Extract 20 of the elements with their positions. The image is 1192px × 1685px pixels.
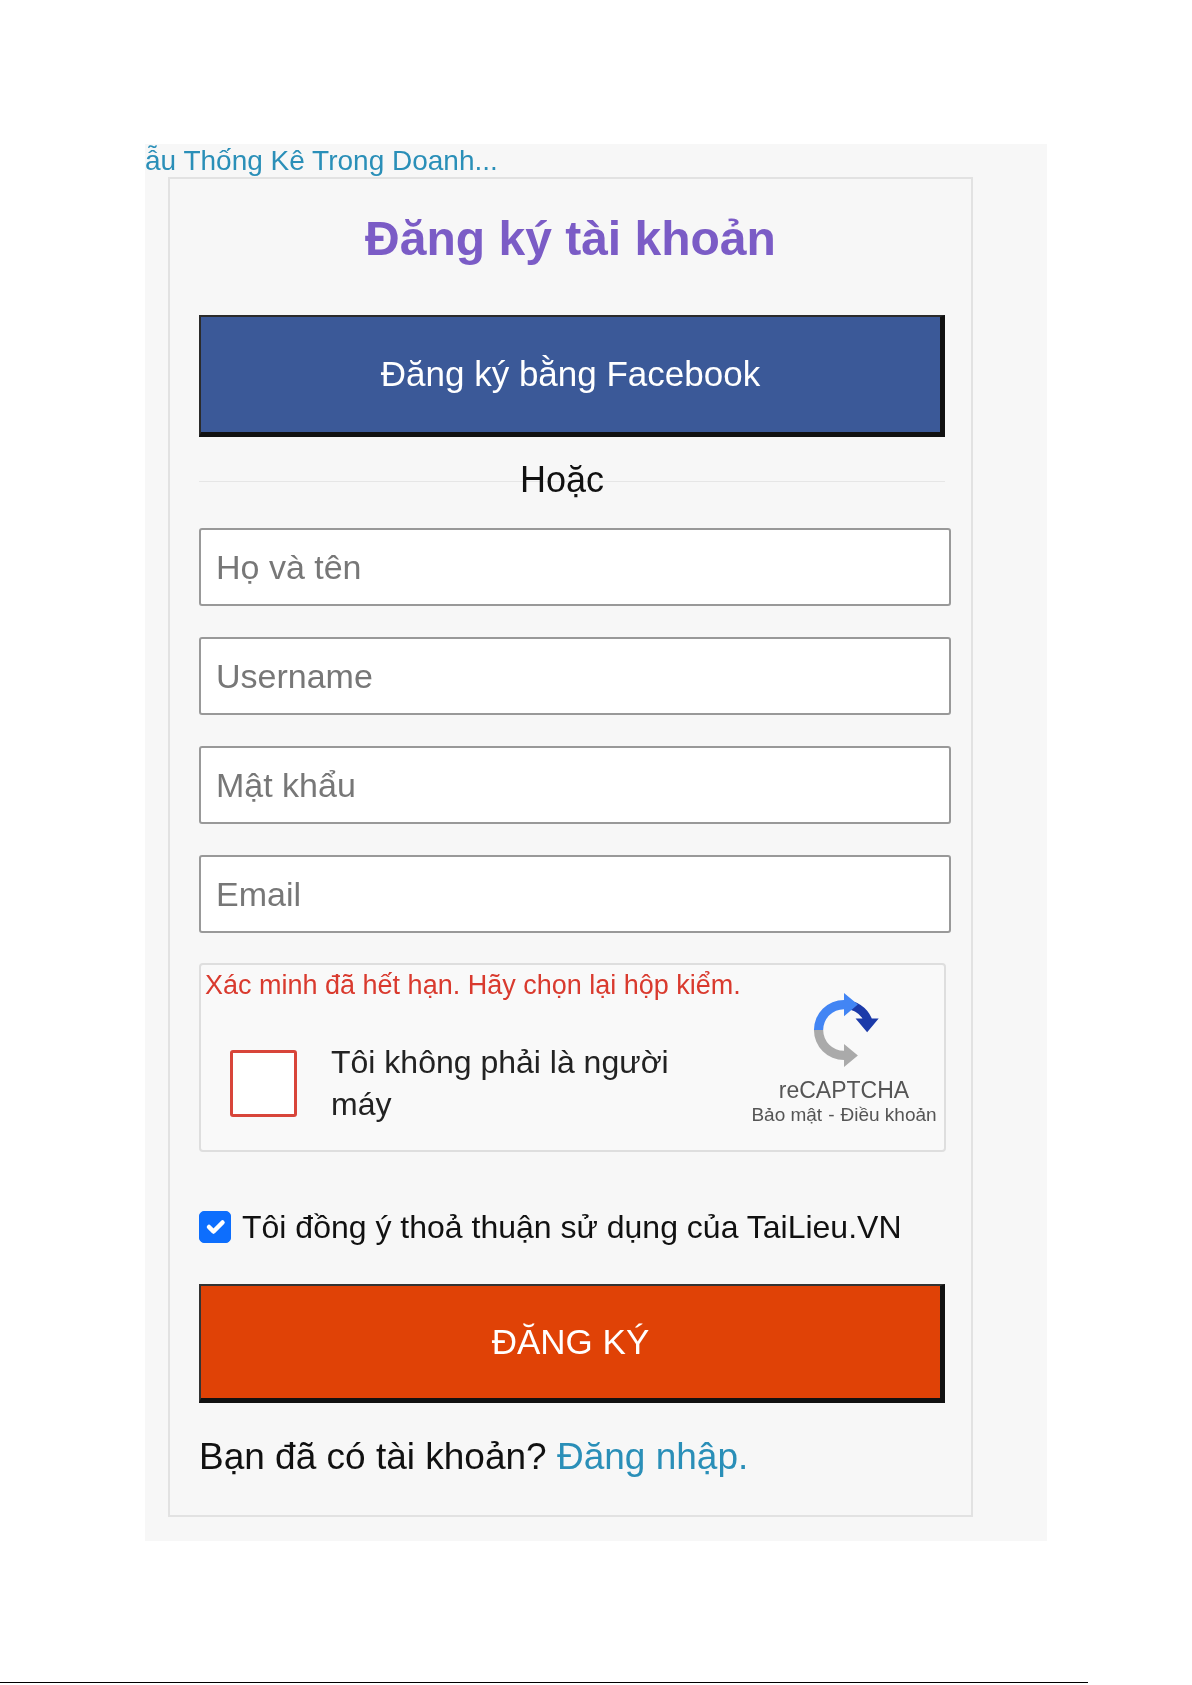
terms-link[interactable]: Điều khoản xyxy=(840,1103,937,1127)
link-separator: - xyxy=(828,1103,835,1127)
signup-submit-button[interactable]: ĐĂNG KÝ xyxy=(199,1284,945,1403)
article-link[interactable]: ẫu Thống Kê Trong Doanh... xyxy=(145,146,498,175)
agreement-label: Tôi đồng ý thoả thuận sử dụng của TaiLieu.VN xyxy=(242,1208,902,1247)
agreement-checkbox[interactable] xyxy=(199,1211,231,1243)
email-field[interactable]: Email xyxy=(199,855,951,933)
login-question-text: Bạn đã có tài khoản? xyxy=(199,1436,548,1477)
password-field[interactable]: Mật khẩu xyxy=(199,746,951,824)
login-link[interactable]: Đăng nhập. xyxy=(556,1436,749,1477)
full-name-field[interactable]: Họ và tên xyxy=(199,528,951,606)
form-title: Đăng ký tài khoản xyxy=(364,211,777,267)
captcha-label: Tôi không phải là người máy xyxy=(331,1043,670,1124)
username-field[interactable]: Username xyxy=(199,637,951,715)
or-divider-text: Hoặc xyxy=(518,458,605,502)
captcha-checkbox[interactable] xyxy=(230,1049,297,1117)
captcha-brand-text: reCAPTCHA xyxy=(778,1077,910,1103)
captcha-error-text: Xác minh đã hết hạn. Hãy chọn lại hộp kiểm. xyxy=(204,969,742,1001)
facebook-signup-button[interactable]: Đăng ký bằng Facebook xyxy=(199,315,945,437)
privacy-link[interactable]: Bảo mật xyxy=(751,1103,823,1127)
